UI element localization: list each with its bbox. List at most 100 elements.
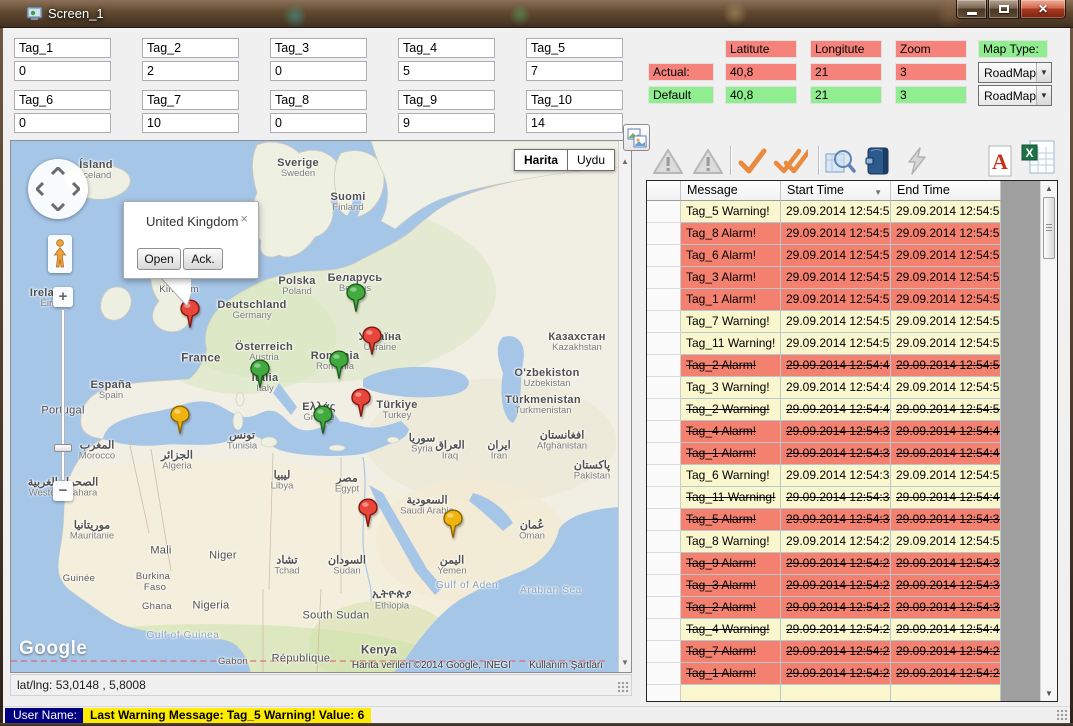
confirm-all-button[interactable] xyxy=(772,145,808,177)
map-vertical-scrollbar[interactable]: ▲ ▼ xyxy=(618,141,631,672)
scroll-down-icon[interactable]: ▼ xyxy=(1041,686,1057,701)
actual-longitude-field[interactable]: 21 xyxy=(810,63,882,81)
default-map-type-select[interactable]: RoadMap ▼ xyxy=(978,85,1052,106)
search-history-button[interactable] xyxy=(822,145,858,177)
pan-right-icon[interactable] xyxy=(72,182,80,196)
table-row[interactable]: Tag_4 Alarm!29.09.2014 12:54:3829.09.201… xyxy=(647,421,1001,443)
zoom-slider-track[interactable] xyxy=(61,309,65,481)
ack-all-warnings-button[interactable] xyxy=(690,145,726,177)
excel-export-button[interactable]: X xyxy=(1018,141,1058,173)
row-header-column[interactable] xyxy=(647,181,681,201)
ack-warning-button[interactable] xyxy=(650,145,686,177)
tag-name-input[interactable] xyxy=(526,38,623,58)
pan-down-icon[interactable] xyxy=(51,203,65,211)
info-window-close-icon[interactable]: × xyxy=(240,212,248,225)
actual-zoom-field[interactable]: 3 xyxy=(895,63,967,81)
table-row[interactable]: Tag_3 Alarm!29.09.2014 12:54:5329.09.201… xyxy=(647,267,1001,289)
end-time-column-header[interactable]: End Time xyxy=(891,181,1001,201)
tag-name-input[interactable] xyxy=(14,38,111,58)
table-row[interactable]: Tag_6 Alarm!29.09.2014 12:54:5329.09.201… xyxy=(647,245,1001,267)
zoom-slider-thumb[interactable] xyxy=(54,444,72,452)
table-row[interactable]: Tag_8 Alarm!29.09.2014 12:54:5329.09.201… xyxy=(647,223,1001,245)
table-row[interactable]: Tag_2 Alarm!29.09.2014 12:54:4729.09.201… xyxy=(647,355,1001,377)
maximize-button[interactable] xyxy=(988,0,1019,19)
map-marker-romania[interactable] xyxy=(328,350,350,380)
message-column-header[interactable]: Message xyxy=(681,181,781,201)
resize-grip[interactable] xyxy=(1057,710,1068,721)
map-canvas[interactable]: ÍslandIcelandSverigeSwedenSuomiFinlandIr… xyxy=(11,141,619,673)
map-marker-greece[interactable] xyxy=(312,405,334,435)
table-row[interactable]: Tag_3 Warning!29.09.2014 12:54:4429.09.2… xyxy=(647,377,1001,399)
resize-grip[interactable] xyxy=(618,682,629,693)
tag-name-input[interactable] xyxy=(398,38,495,58)
actual-map-type-select[interactable]: RoadMap ▼ xyxy=(978,62,1052,83)
map-marker-egypt[interactable] xyxy=(357,498,379,528)
table-row[interactable]: Tag_9 Alarm!29.09.2014 12:54:2529.09.201… xyxy=(647,553,1001,575)
title-bar[interactable]: Screen_1 ✕ xyxy=(0,0,1073,28)
tag-name-input[interactable] xyxy=(142,38,239,58)
log-book-button[interactable] xyxy=(860,145,896,177)
table-row[interactable]: Tag_2 Alarm!29.09.2014 12:54:2529.09.201… xyxy=(647,597,1001,619)
open-button[interactable]: Open xyxy=(137,248,181,270)
map-type-roadmap-button[interactable]: Harita xyxy=(514,149,568,171)
export-image-button[interactable] xyxy=(623,124,650,151)
table-row[interactable]: Tag_5 Warning!29.09.2014 12:54:5629.09.2… xyxy=(647,201,1001,223)
table-row[interactable]: Tag_11 Warning!29.09.2014 12:54:5029.09.… xyxy=(647,333,1001,355)
start-time-column-header[interactable]: Start Time▼ xyxy=(781,181,891,201)
pan-left-icon[interactable] xyxy=(36,182,44,196)
map-marker-ukraine[interactable] xyxy=(361,326,383,356)
table-row[interactable]: Tag_8 Warning!29.09.2014 12:54:2829.09.2… xyxy=(647,531,1001,553)
table-row[interactable]: Tag_1 Alarm!29.09.2014 12:54:2229.09.201… xyxy=(647,663,1001,685)
table-row[interactable]: Tag_1 Alarm!29.09.2014 12:54:5329.09.201… xyxy=(647,289,1001,311)
google-logo[interactable]: Google xyxy=(19,638,87,660)
table-row[interactable]: Tag_7 Warning!29.09.2014 12:54:5329.09.2… xyxy=(647,311,1001,333)
map-marker-turkey[interactable] xyxy=(350,388,372,418)
map-marker-saudi-arabia[interactable] xyxy=(442,509,464,539)
table-row[interactable]: Tag_2 Warning!29.09.2014 12:54:4129.09.2… xyxy=(647,399,1001,421)
table-row[interactable]: Tag_5 Alarm!29.09.2014 12:54:3229.09.201… xyxy=(647,509,1001,531)
default-latitude-field[interactable]: 40,8 xyxy=(725,86,797,104)
zoom-in-button[interactable]: + xyxy=(53,287,73,307)
font-style-button[interactable]: A xyxy=(985,145,1015,177)
live-events-button[interactable] xyxy=(898,145,934,177)
scroll-up-icon[interactable]: ▲ xyxy=(619,157,631,167)
map-type-satellite-button[interactable]: Uydu xyxy=(568,149,615,171)
tag-name-input[interactable] xyxy=(526,90,623,110)
confirm-button[interactable] xyxy=(734,145,770,177)
table-row[interactable]: Tag_1 Alarm!29.09.2014 12:54:3829.09.201… xyxy=(647,443,1001,465)
table-row[interactable]: Tag_11 Warning!29.09.2014 12:54:3529.09.… xyxy=(647,487,1001,509)
minimize-button[interactable] xyxy=(956,0,987,19)
pan-up-icon[interactable] xyxy=(51,167,65,175)
scroll-down-icon[interactable]: ▼ xyxy=(619,658,631,668)
tag-name-input[interactable] xyxy=(14,90,111,110)
tag-value-input[interactable] xyxy=(14,61,111,81)
map-pan-control[interactable] xyxy=(28,159,88,219)
tag-value-input[interactable] xyxy=(526,61,623,81)
tag-value-input[interactable] xyxy=(142,113,239,133)
default-longitude-field[interactable]: 21 xyxy=(810,86,882,104)
table-row[interactable]: Tag_7 Alarm!29.09.2014 12:54:2229.09.201… xyxy=(647,641,1001,663)
default-zoom-field[interactable]: 3 xyxy=(895,86,967,104)
table-row[interactable]: Tag_4 Warning!29.09.2014 12:54:2529.09.2… xyxy=(647,619,1001,641)
street-view-pegman[interactable] xyxy=(48,235,72,273)
tag-value-input[interactable] xyxy=(14,113,111,133)
map-marker-italy[interactable] xyxy=(249,359,271,389)
ack-button[interactable]: Ack. xyxy=(183,248,223,270)
terms-link[interactable]: Kullanım Şartları xyxy=(529,660,603,671)
tag-name-input[interactable] xyxy=(270,38,367,58)
map-marker-belarus[interactable] xyxy=(345,283,367,313)
tag-value-input[interactable] xyxy=(270,61,367,81)
scrollbar-thumb[interactable] xyxy=(1043,197,1055,259)
tag-name-input[interactable] xyxy=(270,90,367,110)
tag-value-input[interactable] xyxy=(398,113,495,133)
zoom-out-button[interactable]: − xyxy=(53,481,73,501)
tag-name-input[interactable] xyxy=(398,90,495,110)
scroll-up-icon[interactable]: ▲ xyxy=(1041,181,1057,196)
tag-value-input[interactable] xyxy=(526,113,623,133)
close-button[interactable]: ✕ xyxy=(1020,0,1066,19)
map-marker-spain[interactable] xyxy=(169,405,191,435)
tag-value-input[interactable] xyxy=(398,61,495,81)
actual-latitude-field[interactable]: 40,8 xyxy=(725,63,797,81)
tag-value-input[interactable] xyxy=(270,113,367,133)
table-vertical-scrollbar[interactable]: ▲ ▼ xyxy=(1040,181,1057,701)
